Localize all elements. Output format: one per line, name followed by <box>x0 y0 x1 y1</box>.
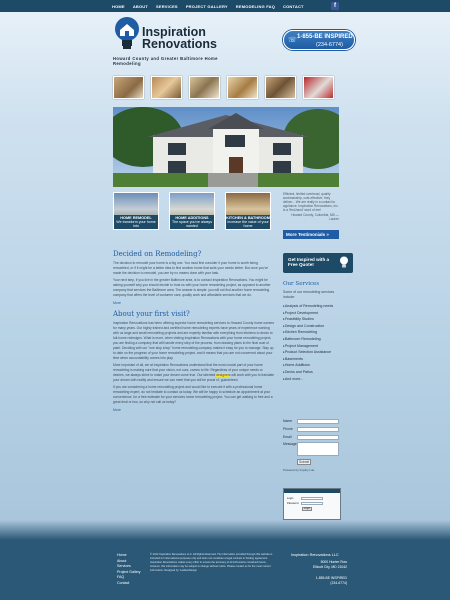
paragraph: Inspiration Renovations has been offerin… <box>113 321 275 360</box>
service-item[interactable]: Decks and Patios <box>283 369 341 376</box>
nav-remodeling-faq[interactable]: REMODELING FAQ <box>236 4 275 9</box>
password-input[interactable] <box>301 502 323 505</box>
gallery-thumb-interior[interactable] <box>151 76 182 99</box>
message-label: Message <box>283 442 297 446</box>
footer-link-contact[interactable]: Contact <box>117 581 141 587</box>
password-label: Password <box>287 502 299 505</box>
login-header <box>284 489 340 493</box>
login-row-password: Password <box>284 501 340 506</box>
footer-address-line2: Ellicott City, MD 21042 <box>312 565 347 569</box>
paragraph: More important of all, we at Inspiration… <box>113 363 275 383</box>
services-list: Analysis of Remodeling needs Project Dev… <box>283 303 341 382</box>
service-item[interactable]: Project Management <box>283 343 341 350</box>
nav-home[interactable]: HOME <box>112 4 125 9</box>
phone-label: Phone <box>283 427 293 431</box>
paragraph: Your next step, if you live in the great… <box>113 278 271 297</box>
section-heading-remodeling: Decided on Remodeling? <box>113 250 202 258</box>
section-heading-first-visit: About your first visit? <box>113 310 190 318</box>
more-testimonials-button[interactable]: More Testimonials » <box>283 230 339 239</box>
footer-copyright: © 2012 Inspiration Renovations LLC. All … <box>150 553 273 572</box>
form-row-phone: Phone <box>283 425 345 433</box>
hero-house-image <box>113 107 339 187</box>
feature-sub: The space you've always wanted <box>171 220 213 228</box>
username-input[interactable] <box>301 497 323 500</box>
name-label: Name <box>283 419 293 423</box>
testimonial-author: Howard County, Columbia, MD — Lauren <box>291 213 339 221</box>
service-item[interactable]: And more... <box>283 376 341 383</box>
form-row-name: Name <box>283 417 345 425</box>
footer-phone-digits: (234-6774) <box>330 581 347 585</box>
gallery-thumb-red-room[interactable] <box>303 76 334 99</box>
footer-company: Inspiration Renovations LLC <box>291 553 339 557</box>
feature-caption: HOME REMODEL We transform your home into <box>114 215 158 229</box>
footer-nav: Home About Services Project Gallery FAQ … <box>117 553 141 587</box>
logo-title[interactable]: Inspiration Renovations <box>142 26 218 51</box>
feature-kitchen-bathroom[interactable]: KITCHEN & BATHROOM Increase the value of… <box>225 192 271 230</box>
services-subtitle: Some of our remodeling services include: <box>283 290 335 299</box>
email-input[interactable] <box>297 434 339 440</box>
gallery-thumb-dining[interactable] <box>265 76 296 99</box>
feature-caption: HOME ADDITIONS The space you've always w… <box>170 215 214 229</box>
gallery-thumb-basement[interactable] <box>227 76 258 99</box>
gallery-thumbnails <box>113 76 334 99</box>
phone-number: 1-855-BE INSPIRED <box>297 34 353 40</box>
nav-project-gallery[interactable]: PROJECT GALLERY <box>186 4 228 9</box>
paragraph: If you are considering a home remodeling… <box>113 385 273 404</box>
free-quote-button[interactable]: Get Inspired with a Free Quote! <box>283 253 353 273</box>
phone-digits: (234-6774) <box>316 42 343 48</box>
service-item[interactable]: Product Selection Assistance <box>283 349 341 356</box>
form-row-message: Message <box>283 442 345 456</box>
more-link[interactable]: More <box>113 301 275 305</box>
logo-tagline: Howard County and Greater Baltimore Home… <box>113 56 218 66</box>
service-item[interactable]: Design and Construction <box>283 323 341 330</box>
more-link[interactable]: More <box>113 408 275 412</box>
login-widget: Login Password Login <box>283 488 341 520</box>
message-textarea[interactable] <box>297 442 339 456</box>
testimonial-text: Efficient, limited overhead, quality wor… <box>283 192 339 212</box>
services-title: Our Services <box>283 281 320 287</box>
gallery-thumb-bathroom[interactable] <box>113 76 144 99</box>
login-button[interactable]: Login <box>302 507 312 511</box>
sidebar: Get Inspired with a Free Quote! Our Serv… <box>283 253 353 382</box>
feature-home-additions[interactable]: HOME ADDITIONS The space you've always w… <box>169 192 215 230</box>
feature-home-remodel[interactable]: HOME REMODEL We transform your home into <box>113 192 159 230</box>
service-item[interactable]: Home Additions <box>283 362 341 369</box>
service-item[interactable]: Bathroom Remodeling <box>283 336 341 343</box>
service-item[interactable]: Feasibility Studies <box>283 316 341 323</box>
submit-button[interactable]: Submit <box>297 459 311 465</box>
footer-contact: Inspiration Renovations LLC 5000 Hunter … <box>291 553 347 587</box>
feature-caption: KITCHEN & BATHROOM Increase the value of… <box>226 215 270 229</box>
service-item[interactable]: Kitchen Remodeling <box>283 329 341 336</box>
feature-sub: We transform your home into <box>116 220 156 228</box>
service-item[interactable]: Basements <box>283 356 341 363</box>
phone-input[interactable] <box>297 426 339 432</box>
nav-contact[interactable]: CONTACT <box>283 4 304 9</box>
service-item[interactable]: Project Development <box>283 310 341 317</box>
form-row-email: Email <box>283 433 345 441</box>
testimonial: Efficient, limited overhead, quality wor… <box>283 192 339 221</box>
highlighted-word: designers <box>216 373 231 377</box>
service-item[interactable]: Analysis of Remodeling needs <box>283 303 341 310</box>
nav-about[interactable]: ABOUT <box>133 4 148 9</box>
lightbulb-icon <box>340 256 348 268</box>
phone-icon: ☏ <box>288 36 297 44</box>
gallery-thumb-kitchen[interactable] <box>189 76 220 99</box>
name-input[interactable] <box>297 418 339 424</box>
main-content: Decided on Remodeling? The decision to r… <box>113 250 275 417</box>
facebook-icon[interactable]: f <box>331 2 339 10</box>
paragraph: The decision to remodel your home is a b… <box>113 261 269 275</box>
inquiry-form: Name Phone Email Message Submit Powered … <box>283 417 345 472</box>
feature-sub: Increase the value of your home <box>227 220 269 228</box>
nav-services[interactable]: SERVICES <box>156 4 178 9</box>
phone-button[interactable]: ☏ 1-855-BE INSPIRED (234-6774) <box>283 30 355 50</box>
lightbulb-logo-icon[interactable] <box>113 16 141 52</box>
powered-by-link[interactable]: Powered by Inquiry Lite <box>283 468 345 472</box>
top-nav: HOME ABOUT SERVICES PROJECT GALLERY REMO… <box>112 0 304 12</box>
email-label: Email <box>283 435 292 439</box>
username-label: Login <box>287 497 294 500</box>
logo-line2: Renovations <box>142 37 218 51</box>
